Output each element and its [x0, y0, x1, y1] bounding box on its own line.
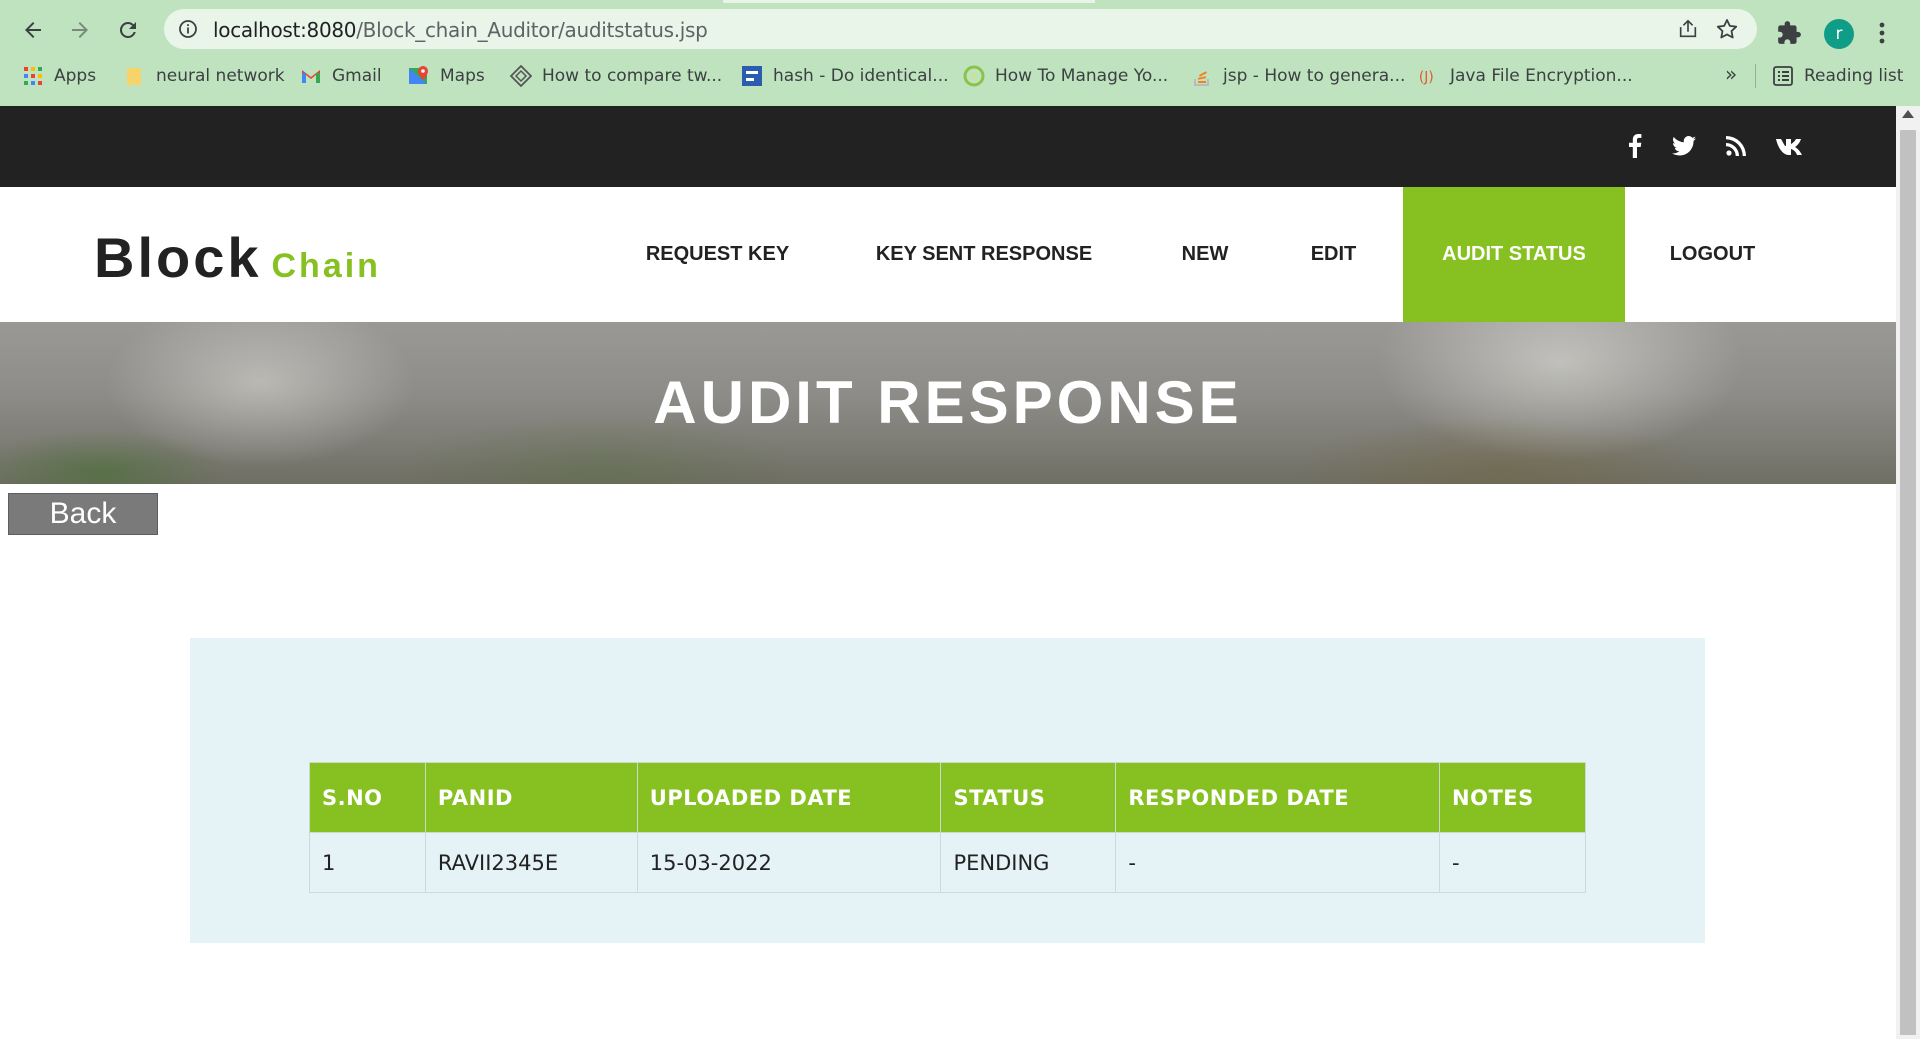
- bookmark-compare[interactable]: How to compare tw...: [510, 63, 722, 89]
- column-header-uploaded-date: UPLOADED DATE: [636, 762, 942, 833]
- logo-sub-text: Chain: [271, 247, 381, 285]
- back-button[interactable]: Back: [8, 493, 158, 535]
- bookmark-java-encryption[interactable]: (J) Java File Encryption...: [1418, 63, 1633, 89]
- bookmark-jsp[interactable]: jsp - How to genera...: [1191, 63, 1405, 89]
- nav-new[interactable]: NEW: [1150, 187, 1260, 322]
- table-row: 1 RAVII2345E 15-03-2022 PENDING - -: [309, 832, 1586, 893]
- bookmarks-overflow-button[interactable]: »: [1725, 62, 1737, 86]
- nav-request-key[interactable]: REQUEST KEY: [620, 187, 815, 322]
- bookmark-maps[interactable]: Maps: [408, 63, 485, 89]
- audit-table: S.NO PANID UPLOADED DATE STATUS RESPONDE…: [309, 762, 1586, 893]
- browser-chrome: localhost:8080/Block_chain_Auditor/audit…: [0, 0, 1920, 106]
- cell-responded-date: -: [1115, 832, 1441, 893]
- stackoverflow-icon: [1191, 65, 1213, 87]
- site-header: Block Chain REQUEST KEY KEY SENT RESPONSE…: [0, 187, 1896, 322]
- bookmark-label: How to compare tw...: [542, 66, 723, 86]
- extensions-puzzle-icon[interactable]: [1776, 20, 1802, 46]
- page-viewport: Block Chain REQUEST KEY KEY SENT RESPONSE…: [0, 106, 1896, 1039]
- facebook-icon[interactable]: [1621, 132, 1649, 160]
- logo-main-text: Block: [94, 226, 262, 289]
- reading-list-label: Reading list: [1804, 66, 1904, 86]
- url-host: localhost:8080: [213, 18, 357, 42]
- site-icon: [741, 65, 763, 87]
- table-header-row: S.NO PANID UPLOADED DATE STATUS RESPONDE…: [309, 762, 1586, 833]
- page-title: AUDIT RESPONSE: [653, 369, 1243, 436]
- folder-icon: [124, 65, 146, 87]
- twitter-icon[interactable]: [1670, 132, 1698, 160]
- cell-uploaded-date: 15-03-2022: [636, 832, 942, 893]
- back-arrow-icon[interactable]: [17, 14, 49, 46]
- apps-grid-icon: [22, 65, 44, 87]
- bookmark-neural-network[interactable]: neural network: [124, 63, 285, 89]
- scrollbar-thumb[interactable]: [1900, 130, 1916, 1035]
- bookmarks-bar: Apps neural network Gmail Maps How to co…: [0, 58, 1920, 94]
- svg-text:(J): (J): [1419, 70, 1434, 86]
- bookmark-label: Maps: [440, 66, 485, 86]
- cell-status: PENDING: [940, 832, 1117, 893]
- nav-audit-status[interactable]: AUDIT STATUS: [1403, 187, 1625, 322]
- reading-list-button[interactable]: Reading list: [1772, 63, 1903, 89]
- address-row: localhost:8080/Block_chain_Auditor/audit…: [0, 6, 1920, 54]
- bookmark-label: jsp - How to genera...: [1223, 66, 1406, 86]
- scroll-up-arrow-icon[interactable]: [1902, 110, 1914, 118]
- site-icon: [963, 65, 985, 87]
- site-logo[interactable]: Block Chain: [94, 225, 381, 290]
- bookmark-label: Java File Encryption...: [1450, 66, 1633, 86]
- bookmark-label: How To Manage Yo...: [995, 66, 1169, 86]
- share-icon[interactable]: [1677, 18, 1699, 40]
- active-tab-indicator: [723, 0, 1095, 3]
- vk-icon[interactable]: [1776, 132, 1804, 160]
- column-header-notes: NOTES: [1439, 762, 1586, 833]
- bookmark-label: Apps: [54, 66, 97, 86]
- profile-avatar[interactable]: r: [1824, 19, 1854, 49]
- bookmark-label: hash - Do identical...: [773, 66, 949, 86]
- cell-notes: -: [1439, 832, 1586, 893]
- social-topbar: [0, 106, 1896, 187]
- cell-sno: 1: [309, 832, 426, 893]
- maps-icon: [408, 65, 430, 87]
- browser-menu-icon[interactable]: [1874, 20, 1890, 46]
- site-icon: (J): [1418, 65, 1440, 87]
- reading-list-icon: [1772, 65, 1794, 87]
- bookmark-star-icon[interactable]: [1715, 17, 1739, 41]
- bookmarks-divider: [1755, 64, 1756, 88]
- bookmark-apps[interactable]: Apps: [22, 63, 96, 89]
- address-bar[interactable]: localhost:8080/Block_chain_Auditor/audit…: [164, 9, 1757, 49]
- nav-logout[interactable]: LOGOUT: [1650, 187, 1775, 322]
- column-header-sno: S.NO: [309, 762, 426, 833]
- nav-key-sent-response[interactable]: KEY SENT RESPONSE: [852, 187, 1116, 322]
- nav-edit[interactable]: EDIT: [1290, 187, 1377, 322]
- url-path: /Block_chain_Auditor/auditstatus.jsp: [356, 18, 708, 42]
- bookmark-label: neural network: [156, 66, 285, 86]
- bookmark-hash[interactable]: hash - Do identical...: [741, 63, 949, 89]
- reload-icon[interactable]: [112, 14, 144, 46]
- bookmark-manage[interactable]: How To Manage Yo...: [963, 63, 1168, 89]
- url-text[interactable]: localhost:8080/Block_chain_Auditor/audit…: [213, 18, 708, 42]
- rss-icon[interactable]: [1722, 132, 1750, 160]
- bookmark-gmail[interactable]: Gmail: [300, 63, 382, 89]
- gmail-icon: [300, 65, 322, 87]
- column-header-responded-date: RESPONDED DATE: [1115, 762, 1441, 833]
- cell-panid: RAVII2345E: [424, 832, 638, 893]
- forward-arrow-icon[interactable]: [64, 14, 96, 46]
- bookmark-label: Gmail: [332, 66, 382, 86]
- page-scrollbar[interactable]: [1896, 106, 1920, 1039]
- site-icon: [510, 65, 532, 87]
- column-header-panid: PANID: [424, 762, 638, 833]
- page-banner: AUDIT RESPONSE: [0, 322, 1896, 484]
- site-info-icon[interactable]: [178, 19, 198, 39]
- column-header-status: STATUS: [940, 762, 1117, 833]
